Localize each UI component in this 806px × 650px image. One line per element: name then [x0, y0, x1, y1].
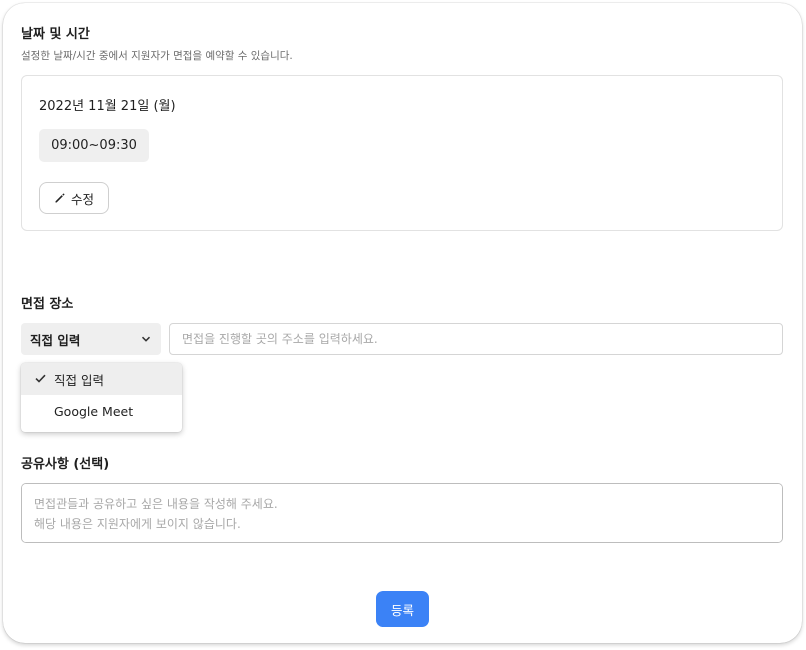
- location-type-dropdown: 직접 입력 Google Meet: [21, 363, 182, 432]
- edit-button-label: 수정: [70, 192, 94, 207]
- dropdown-option-direct-input[interactable]: 직접 입력: [21, 363, 182, 395]
- chevron-down-icon: [141, 336, 151, 342]
- dropdown-option-google-meet[interactable]: Google Meet: [21, 395, 182, 427]
- submit-button-label: 등록: [390, 602, 414, 618]
- datetime-box: 2022년 11월 21일 (월) 09:00~09:30 수정: [21, 75, 783, 231]
- submit-button[interactable]: 등록: [376, 591, 429, 627]
- interview-form-card: 날짜 및 시간 설정한 날짜/시간 중에서 지원자가 면접을 예약할 수 있습니…: [3, 3, 802, 643]
- time-slot-chip[interactable]: 09:00~09:30: [39, 129, 149, 162]
- dropdown-option-label: 직접 입력: [54, 372, 104, 388]
- location-title: 면접 장소: [21, 297, 74, 312]
- notes-title: 공유사항 (선택): [21, 457, 110, 472]
- datetime-title: 날짜 및 시간: [21, 27, 90, 42]
- location-type-value: 직접 입력: [30, 332, 81, 348]
- datetime-description: 설정한 날짜/시간 중에서 지원자가 면접을 예약할 수 있습니다.: [21, 50, 293, 62]
- location-type-select[interactable]: 직접 입력: [21, 323, 161, 355]
- time-slot-label: 09:00~09:30: [51, 138, 137, 153]
- check-icon: [35, 374, 46, 383]
- pencil-icon: [55, 193, 65, 203]
- edit-button[interactable]: 수정: [39, 182, 109, 214]
- notes-textarea[interactable]: [21, 483, 783, 543]
- address-input[interactable]: [169, 323, 783, 355]
- selected-date: 2022년 11월 21일 (월): [39, 99, 176, 114]
- dropdown-option-label: Google Meet: [54, 403, 134, 419]
